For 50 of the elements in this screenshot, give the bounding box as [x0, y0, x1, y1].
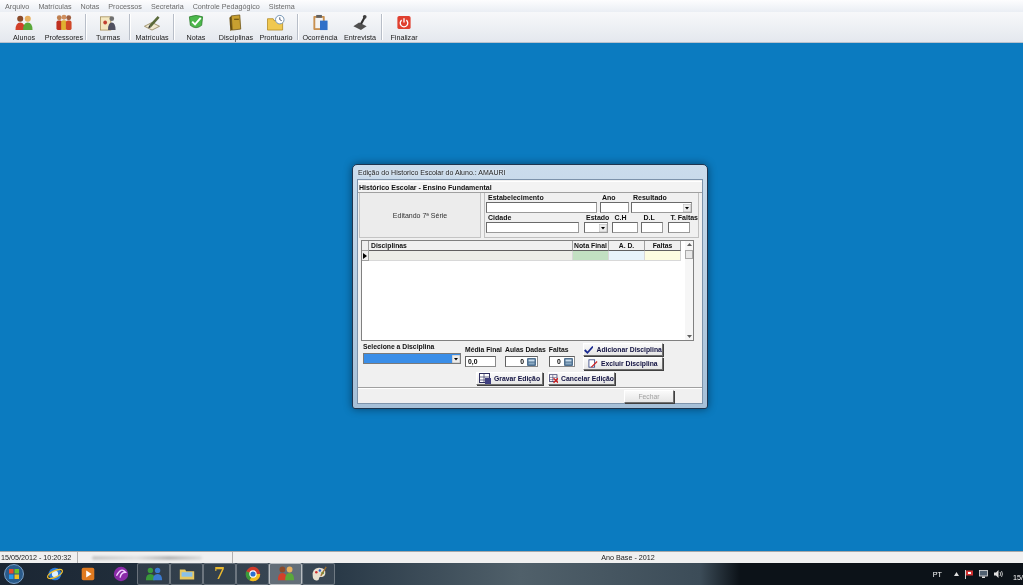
people-icon [54, 14, 74, 31]
table-cell[interactable] [369, 251, 573, 261]
caret-icon[interactable] [683, 203, 692, 212]
scrollbar[interactable] [685, 241, 693, 340]
calculator-icon[interactable] [527, 357, 536, 366]
calculator-icon[interactable] [563, 357, 573, 366]
clipboard-icon [310, 14, 330, 31]
people-icon [14, 14, 34, 31]
strike-icon [588, 359, 598, 368]
folder-clock-icon [266, 14, 286, 31]
dropdown-field[interactable] [631, 202, 693, 213]
text-field[interactable] [600, 202, 630, 213]
wheel-icon [243, 565, 262, 583]
people-icon [276, 565, 295, 583]
taskbar-button[interactable] [170, 563, 203, 585]
table-cell[interactable] [609, 251, 645, 261]
grid-corner [362, 241, 369, 251]
tick-icon [583, 344, 594, 355]
caret-icon[interactable] [599, 223, 608, 232]
text-field[interactable] [612, 222, 639, 233]
globe-ring-icon [45, 565, 64, 583]
people-icon [144, 565, 163, 583]
scroll-thumb[interactable] [685, 250, 693, 259]
cancel-icon [549, 373, 559, 384]
dropdown-field[interactable] [584, 222, 609, 233]
flag-icon[interactable] [965, 569, 973, 579]
pen-paper-icon [142, 14, 162, 31]
table-cell[interactable] [573, 251, 609, 261]
current-row-icon [363, 252, 367, 259]
start-button[interactable] [2, 564, 26, 584]
taskbar-button[interactable] [302, 563, 335, 585]
up-arrow-icon[interactable] [954, 572, 959, 576]
text-field[interactable] [486, 222, 580, 233]
caret-icon[interactable] [452, 354, 460, 363]
scroll-up-icon[interactable] [686, 243, 692, 246]
disc-icon [111, 565, 130, 583]
check-icon [186, 14, 206, 31]
scroll-down-icon[interactable] [686, 335, 692, 338]
text-field[interactable] [641, 222, 664, 233]
taskbar-button[interactable] [236, 563, 269, 585]
table-cell[interactable] [645, 251, 681, 261]
dropdown-field[interactable] [363, 353, 461, 364]
taskbar-button[interactable]: 7 [203, 563, 236, 585]
people-paper-icon [98, 14, 118, 31]
speaker-icon[interactable] [994, 570, 1003, 578]
power-icon [394, 14, 414, 31]
text-field[interactable] [668, 222, 691, 233]
save-icon [478, 373, 491, 384]
monitor-icon[interactable] [979, 570, 988, 578]
text-field[interactable] [486, 202, 598, 213]
